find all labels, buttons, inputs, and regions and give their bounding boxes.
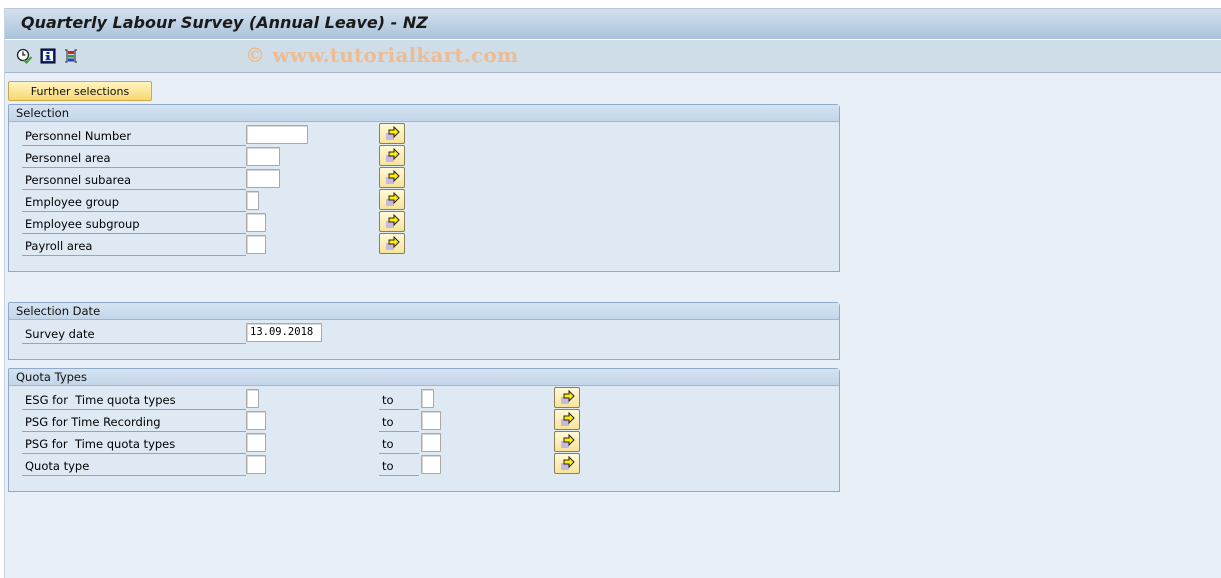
employee-group-input[interactable] — [246, 191, 259, 210]
quota-type-from-input[interactable] — [246, 455, 266, 474]
label-payroll-area: Payroll area — [22, 238, 246, 256]
psg-time-recording-from-input[interactable] — [246, 411, 266, 430]
employee-subgroup-input[interactable] — [246, 213, 266, 232]
label-employee-subgroup: Employee subgroup — [22, 216, 246, 234]
psg-time-quota-from-input[interactable] — [246, 433, 266, 452]
to-label: to — [379, 392, 419, 410]
personnel-area-input[interactable] — [246, 147, 280, 166]
arrow-right-icon — [386, 148, 400, 162]
watermark: © www.tutorialkart.com — [245, 43, 519, 67]
arrow-right-icon — [561, 456, 575, 470]
multiple-selection-button[interactable] — [379, 123, 405, 144]
label-esg-time-quota: ESG for Time quota types — [22, 392, 246, 410]
title-bar: Quarterly Labour Survey (Annual Leave) -… — [5, 9, 1221, 40]
execute-clock-icon[interactable] — [16, 48, 33, 64]
arrow-right-icon — [561, 434, 575, 448]
personnel-subarea-input[interactable] — [246, 169, 280, 188]
multiple-selection-button[interactable] — [379, 167, 405, 188]
arrow-right-icon — [561, 390, 575, 404]
to-label: to — [379, 458, 419, 476]
label-psg-time-quota: PSG for Time quota types — [22, 436, 246, 454]
label-personnel-number: Personnel Number — [22, 128, 246, 146]
label-quota-type: Quota type — [22, 458, 246, 476]
arrow-right-icon — [386, 192, 400, 206]
multiple-selection-button[interactable] — [554, 453, 580, 474]
label-personnel-subarea: Personnel subarea — [22, 172, 246, 190]
multiple-selection-button[interactable] — [554, 387, 580, 408]
psg-time-quota-to-input[interactable] — [421, 433, 441, 452]
quota-types-group: Quota Types ESG for Time quota types to … — [8, 368, 840, 492]
survey-date-input[interactable]: 13.09.2018 — [246, 323, 322, 342]
esg-time-quota-from-input[interactable] — [246, 389, 259, 408]
multiple-selection-button[interactable] — [379, 189, 405, 210]
arrow-right-icon — [386, 236, 400, 250]
arrow-right-icon — [561, 412, 575, 426]
label-survey-date: Survey date — [22, 326, 246, 344]
to-label: to — [379, 414, 419, 432]
label-employee-group: Employee group — [22, 194, 246, 212]
info-icon[interactable] — [40, 48, 57, 64]
page-title: Quarterly Labour Survey (Annual Leave) -… — [21, 13, 428, 32]
selection-screen-icon[interactable] — [63, 48, 80, 64]
application-toolbar: © www.tutorialkart.com — [5, 40, 1221, 73]
label-psg-time-recording: PSG for Time Recording — [22, 414, 246, 432]
label-personnel-area: Personnel area — [22, 150, 246, 168]
arrow-right-icon — [386, 170, 400, 184]
multiple-selection-button[interactable] — [554, 431, 580, 452]
multiple-selection-button[interactable] — [554, 409, 580, 430]
psg-time-recording-to-input[interactable] — [421, 411, 441, 430]
further-selections-button[interactable]: Further selections — [8, 81, 152, 101]
multiple-selection-button[interactable] — [379, 233, 405, 254]
quota-type-to-input[interactable] — [421, 455, 441, 474]
payroll-area-input[interactable] — [246, 235, 266, 254]
group-header-quota-types: Quota Types — [9, 369, 839, 386]
group-header-selection: Selection — [9, 105, 839, 122]
multiple-selection-button[interactable] — [379, 211, 405, 232]
to-label: to — [379, 436, 419, 454]
selection-date-group: Selection Date Survey date 13.09.2018 — [8, 302, 840, 360]
esg-time-quota-to-input[interactable] — [421, 389, 434, 408]
multiple-selection-button[interactable] — [379, 145, 405, 166]
arrow-right-icon — [386, 214, 400, 228]
sap-window: Quarterly Labour Survey (Annual Leave) -… — [4, 8, 1221, 578]
arrow-right-icon — [386, 126, 400, 140]
group-header-selection-date: Selection Date — [9, 303, 839, 320]
personnel-number-input[interactable] — [246, 125, 308, 144]
selection-group: Selection Personnel Number Personnel are… — [8, 104, 840, 272]
